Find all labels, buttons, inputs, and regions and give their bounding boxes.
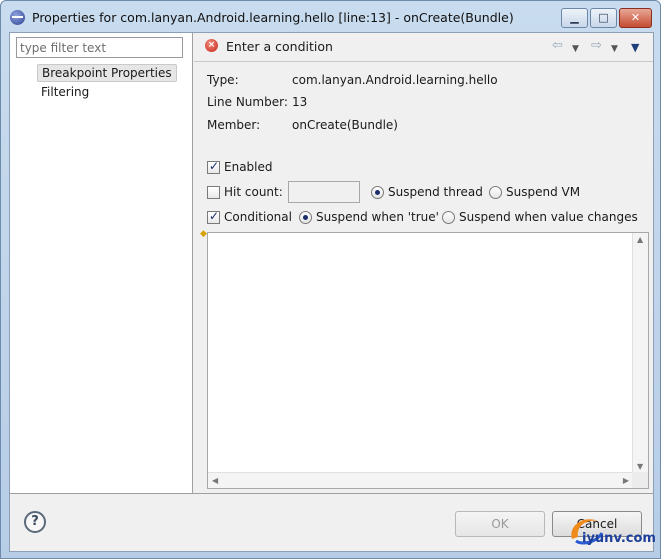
tree-item-breakpoint-properties[interactable]: Breakpoint Properties (37, 64, 177, 82)
scrollbar-corner (632, 472, 648, 488)
scroll-right-arrow-icon[interactable]: ▶ (623, 476, 629, 485)
property-pages-tree: Breakpoint Properties Filtering (10, 33, 193, 493)
hit-count-checkbox[interactable] (207, 186, 220, 199)
view-menu-icon[interactable]: ▼ (631, 41, 639, 55)
content-assist-bulb-icon: ◆ (200, 229, 207, 239)
line-number-value: 13 (292, 95, 308, 109)
help-icon[interactable]: ? (24, 511, 46, 533)
page-header: × Enter a condition ⇦ ▼ ⇨ ▼ ▼ (194, 33, 653, 61)
suspend-when-changes-radio[interactable] (442, 211, 455, 224)
condition-editor[interactable]: ▲ ▼ ◀ ▶ (207, 232, 649, 489)
suspend-vm-label: Suspend VM (506, 185, 581, 199)
back-arrow-icon[interactable]: ⇦ (552, 39, 563, 53)
close-button[interactable]: ✕ (619, 8, 652, 28)
footer-divider (10, 493, 653, 494)
title-bar[interactable]: Properties for com.lanyan.Android.learni… (1, 1, 660, 33)
enabled-label: Enabled (224, 160, 273, 174)
tree-item-filtering[interactable]: Filtering (37, 84, 93, 102)
maximize-button[interactable]: □ (590, 8, 617, 28)
forward-arrow-icon[interactable]: ⇨ (591, 39, 602, 53)
line-number-label: Line Number: (207, 95, 288, 109)
watermark-text: iyunv.com (582, 531, 656, 546)
suspend-when-true-radio[interactable] (299, 211, 312, 224)
minimize-icon: ▁ (570, 11, 579, 24)
window-title: Properties for com.lanyan.Android.learni… (32, 10, 514, 25)
hit-count-label: Hit count: (224, 185, 283, 199)
member-label: Member: (207, 118, 261, 132)
back-history-chevron-down-icon[interactable]: ▼ (572, 42, 579, 56)
horizontal-scrollbar[interactable]: ◀ ▶ (208, 472, 633, 488)
vertical-scrollbar[interactable]: ▲ ▼ (632, 233, 648, 473)
condition-text-area[interactable] (208, 233, 633, 473)
dialog-client-area: Breakpoint Properties Filtering × Enter … (9, 32, 654, 552)
suspend-thread-label: Suspend thread (388, 185, 483, 199)
properties-dialog-window: Properties for com.lanyan.Android.learni… (0, 0, 661, 559)
minimize-button[interactable]: ▁ (561, 8, 588, 28)
enabled-checkbox[interactable] (207, 159, 220, 174)
scroll-up-arrow-icon[interactable]: ▲ (637, 235, 643, 244)
conditional-label: Conditional (224, 210, 292, 224)
suspend-when-changes-label: Suspend when value changes (459, 210, 638, 224)
type-value: com.lanyan.Android.learning.hello (292, 73, 498, 87)
header-message: Enter a condition (226, 39, 333, 54)
forward-history-chevron-down-icon[interactable]: ▼ (611, 42, 618, 56)
eclipse-app-icon (10, 10, 25, 25)
close-icon: ✕ (630, 11, 641, 24)
error-icon: × (205, 39, 218, 52)
scroll-down-arrow-icon[interactable]: ▼ (637, 462, 643, 471)
breakpoint-properties-page: × Enter a condition ⇦ ▼ ⇨ ▼ ▼ Type: com.… (194, 33, 653, 493)
member-value: onCreate(Bundle) (292, 118, 398, 132)
filter-input[interactable] (16, 37, 183, 58)
type-label: Type: (207, 73, 239, 87)
conditional-checkbox[interactable] (207, 209, 220, 224)
site-watermark: iyunv.com (566, 513, 656, 553)
suspend-vm-radio[interactable] (489, 186, 502, 199)
maximize-icon: □ (598, 11, 609, 24)
scroll-left-arrow-icon[interactable]: ◀ (212, 476, 218, 485)
header-divider (194, 61, 653, 62)
suspend-when-true-label: Suspend when 'true' (316, 210, 439, 224)
suspend-thread-radio[interactable] (371, 186, 384, 199)
ok-button[interactable]: OK (455, 511, 545, 537)
hit-count-input[interactable] (288, 181, 360, 203)
